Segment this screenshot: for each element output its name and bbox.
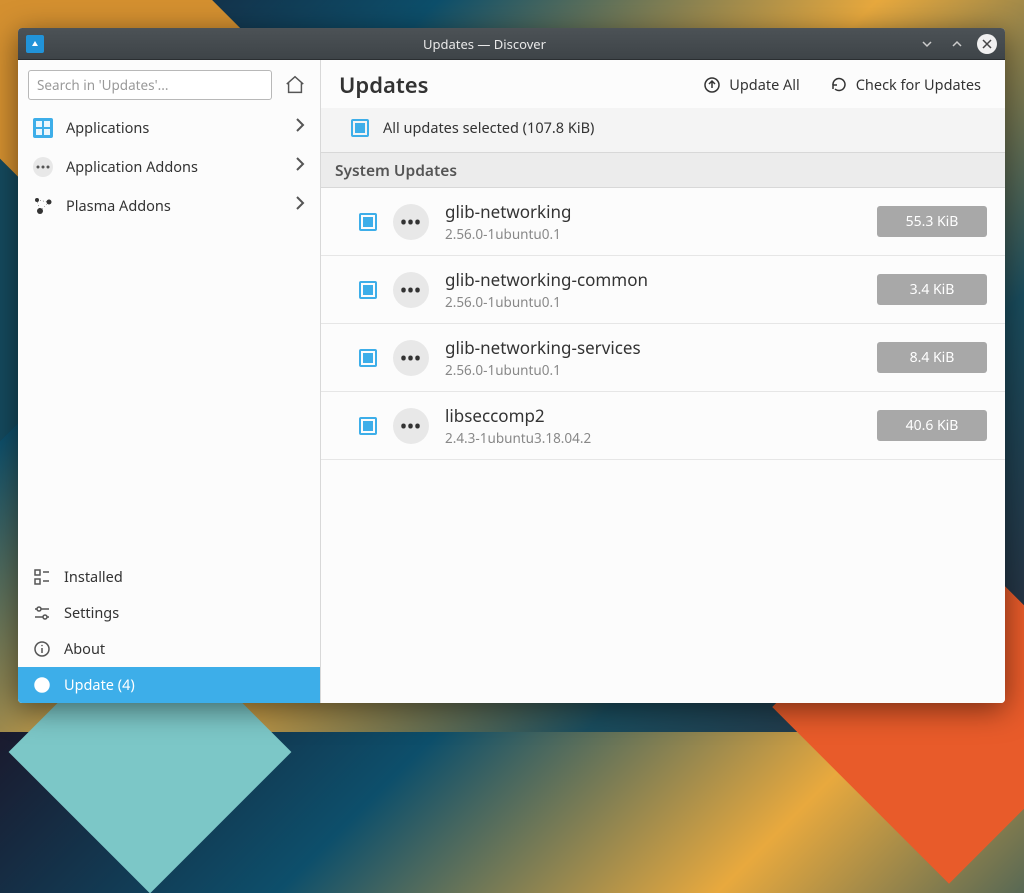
package-icon: ••• [393, 340, 429, 376]
plasma-icon [32, 195, 54, 217]
sidebar: Applications Application Addons Plasma [18, 60, 321, 703]
package-checkbox[interactable] [359, 417, 377, 435]
package-version: 2.56.0-1ubuntu0.1 [445, 293, 861, 311]
check-updates-button[interactable]: Check for Updates [824, 71, 987, 99]
package-size: 40.6 KiB [877, 410, 987, 441]
sidebar-item-applications[interactable]: Applications [18, 108, 320, 147]
sidebar-item-label: About [64, 639, 105, 659]
sidebar-item-application-addons[interactable]: Application Addons [18, 147, 320, 186]
titlebar: Updates — Discover [18, 28, 1005, 60]
app-icon [26, 35, 44, 53]
info-icon [32, 639, 52, 659]
package-size: 55.3 KiB [877, 206, 987, 237]
chevron-down-icon [920, 37, 934, 51]
chevron-right-icon [294, 194, 306, 217]
package-name: glib-networking-common [445, 268, 861, 291]
button-label: Check for Updates [856, 75, 981, 95]
sidebar-item-label: Applications [66, 118, 282, 138]
package-icon: ••• [393, 204, 429, 240]
refresh-icon [830, 76, 848, 94]
close-icon [982, 39, 992, 49]
sidebar-item-label: Settings [64, 603, 119, 623]
upload-icon [703, 76, 721, 94]
button-label: Update All [729, 75, 800, 95]
package-row[interactable]: ••• libseccomp2 2.4.3-1ubuntu3.18.04.2 4… [321, 392, 1005, 460]
window-title: Updates — Discover [52, 35, 917, 53]
minimize-button[interactable] [917, 34, 937, 54]
package-checkbox[interactable] [359, 213, 377, 231]
sidebar-item-plasma-addons[interactable]: Plasma Addons [18, 186, 320, 225]
package-row[interactable]: ••• glib-networking 2.56.0-1ubuntu0.1 55… [321, 188, 1005, 256]
sidebar-item-label: Application Addons [66, 157, 282, 177]
installed-icon [32, 567, 52, 587]
search-row [18, 60, 320, 108]
package-icon: ••• [393, 272, 429, 308]
sidebar-item-label: Plasma Addons [66, 196, 282, 216]
page-title: Updates [339, 70, 679, 100]
home-icon [284, 74, 306, 96]
package-version: 2.56.0-1ubuntu0.1 [445, 361, 861, 379]
dots-icon [32, 156, 54, 178]
chevron-up-icon [950, 37, 964, 51]
sidebar-item-settings[interactable]: Settings [18, 595, 320, 631]
package-version: 2.4.3-1ubuntu3.18.04.2 [445, 429, 861, 447]
package-row[interactable]: ••• glib-networking-common 2.56.0-1ubunt… [321, 256, 1005, 324]
header-row: Updates Update All Check for Updates [321, 60, 1005, 108]
package-checkbox[interactable] [359, 349, 377, 367]
maximize-button[interactable] [947, 34, 967, 54]
package-icon: ••• [393, 408, 429, 444]
select-all-checkbox[interactable] [351, 119, 369, 137]
package-text: glib-networking-common 2.56.0-1ubuntu0.1 [445, 268, 861, 311]
chevron-right-icon [294, 155, 306, 178]
package-size: 3.4 KiB [877, 274, 987, 305]
package-text: libseccomp2 2.4.3-1ubuntu3.18.04.2 [445, 404, 861, 447]
package-text: glib-networking-services 2.56.0-1ubuntu0… [445, 336, 861, 379]
settings-icon [32, 603, 52, 623]
package-version: 2.56.0-1ubuntu0.1 [445, 225, 861, 243]
package-text: glib-networking 2.56.0-1ubuntu0.1 [445, 200, 861, 243]
window-body: Applications Application Addons Plasma [18, 60, 1005, 703]
package-row[interactable]: ••• glib-networking-services 2.56.0-1ubu… [321, 324, 1005, 392]
sidebar-item-about[interactable]: About [18, 631, 320, 667]
main-content: Updates Update All Check for Updates All… [321, 60, 1005, 703]
sidebar-item-label: Update (4) [64, 675, 135, 695]
update-icon [32, 675, 52, 695]
section-system-updates: System Updates [321, 153, 1005, 188]
window-controls [917, 34, 997, 54]
sidebar-item-installed[interactable]: Installed [18, 559, 320, 595]
apps-icon [32, 117, 54, 139]
package-name: glib-networking [445, 200, 861, 223]
discover-window: Updates — Discover [18, 28, 1005, 703]
home-button[interactable] [280, 70, 310, 100]
update-all-button[interactable]: Update All [697, 71, 806, 99]
sidebar-item-label: Installed [64, 567, 123, 587]
chevron-right-icon [294, 116, 306, 139]
package-name: glib-networking-services [445, 336, 861, 359]
search-input[interactable] [28, 70, 272, 100]
select-all-row: All updates selected (107.8 KiB) [321, 108, 1005, 153]
package-size: 8.4 KiB [877, 342, 987, 373]
select-all-text: All updates selected (107.8 KiB) [383, 118, 594, 138]
close-button[interactable] [977, 34, 997, 54]
package-checkbox[interactable] [359, 281, 377, 299]
sidebar-item-update[interactable]: Update (4) [18, 667, 320, 703]
package-name: libseccomp2 [445, 404, 861, 427]
